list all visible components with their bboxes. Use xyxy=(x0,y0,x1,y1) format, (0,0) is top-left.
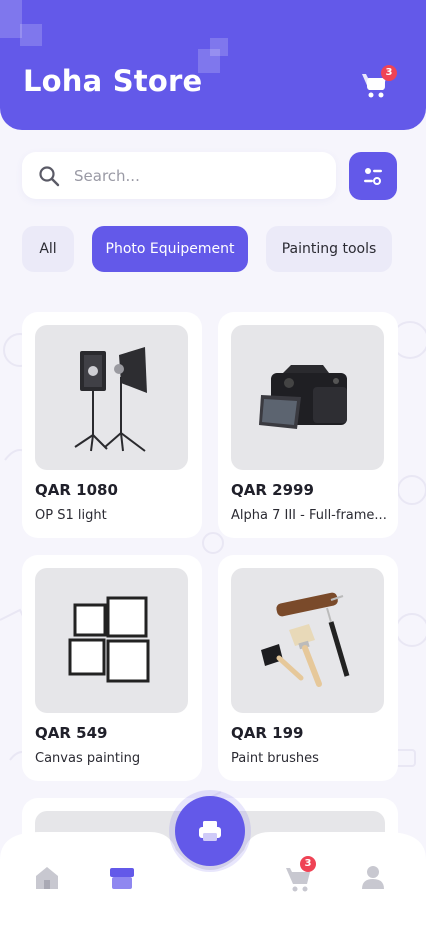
app-header: Loha Store 3 xyxy=(0,0,426,130)
frames-image xyxy=(68,596,150,683)
nav-store[interactable] xyxy=(107,864,137,894)
print-button[interactable] xyxy=(175,796,245,866)
studio-light-image xyxy=(74,347,147,452)
product-image xyxy=(231,568,384,713)
search-input[interactable] xyxy=(74,152,324,199)
product-image xyxy=(35,325,188,470)
app-title: Loha Store xyxy=(23,64,203,98)
product-card[interactable]: QAR 1080 OP S1 light xyxy=(22,312,202,538)
product-price: QAR 2999 xyxy=(231,481,314,499)
product-name: Paint brushes xyxy=(231,751,319,766)
product-name: OP S1 light xyxy=(35,508,107,523)
product-price: QAR 199 xyxy=(231,724,304,742)
store-icon xyxy=(110,868,134,889)
filter-icon xyxy=(364,168,382,185)
product-price: QAR 549 xyxy=(35,724,108,742)
nav-cart[interactable]: 3 xyxy=(284,856,316,892)
category-chip-photo-equipement[interactable]: Photo Equipement xyxy=(92,226,248,272)
header-cart-button[interactable]: 3 xyxy=(360,65,397,100)
cart-badge: 3 xyxy=(381,65,397,81)
filter-button[interactable] xyxy=(349,152,397,200)
print-icon xyxy=(199,821,221,841)
product-card[interactable]: QAR 549 Canvas painting xyxy=(22,555,202,781)
nav-profile[interactable] xyxy=(359,864,389,894)
category-chip-all[interactable]: All xyxy=(22,226,74,272)
product-image xyxy=(231,325,384,470)
product-name: Alpha 7 III - Full-frame... xyxy=(231,508,387,523)
product-card[interactable]: QAR 2999 Alpha 7 III - Full-frame... xyxy=(218,312,398,538)
brushes-image xyxy=(261,592,350,687)
profile-icon xyxy=(362,866,384,889)
search-icon xyxy=(39,166,60,187)
product-name: Canvas painting xyxy=(35,751,141,766)
category-chip-painting-tools[interactable]: Painting tools xyxy=(266,226,392,272)
product-image xyxy=(35,568,188,713)
product-price: QAR 1080 xyxy=(35,481,118,499)
nav-home[interactable] xyxy=(33,864,63,894)
cart-badge: 3 xyxy=(300,856,316,872)
product-card[interactable]: QAR 199 Paint brushes xyxy=(218,555,398,781)
search-bar xyxy=(22,152,336,199)
home-icon xyxy=(36,867,58,889)
camera-image xyxy=(259,365,347,429)
